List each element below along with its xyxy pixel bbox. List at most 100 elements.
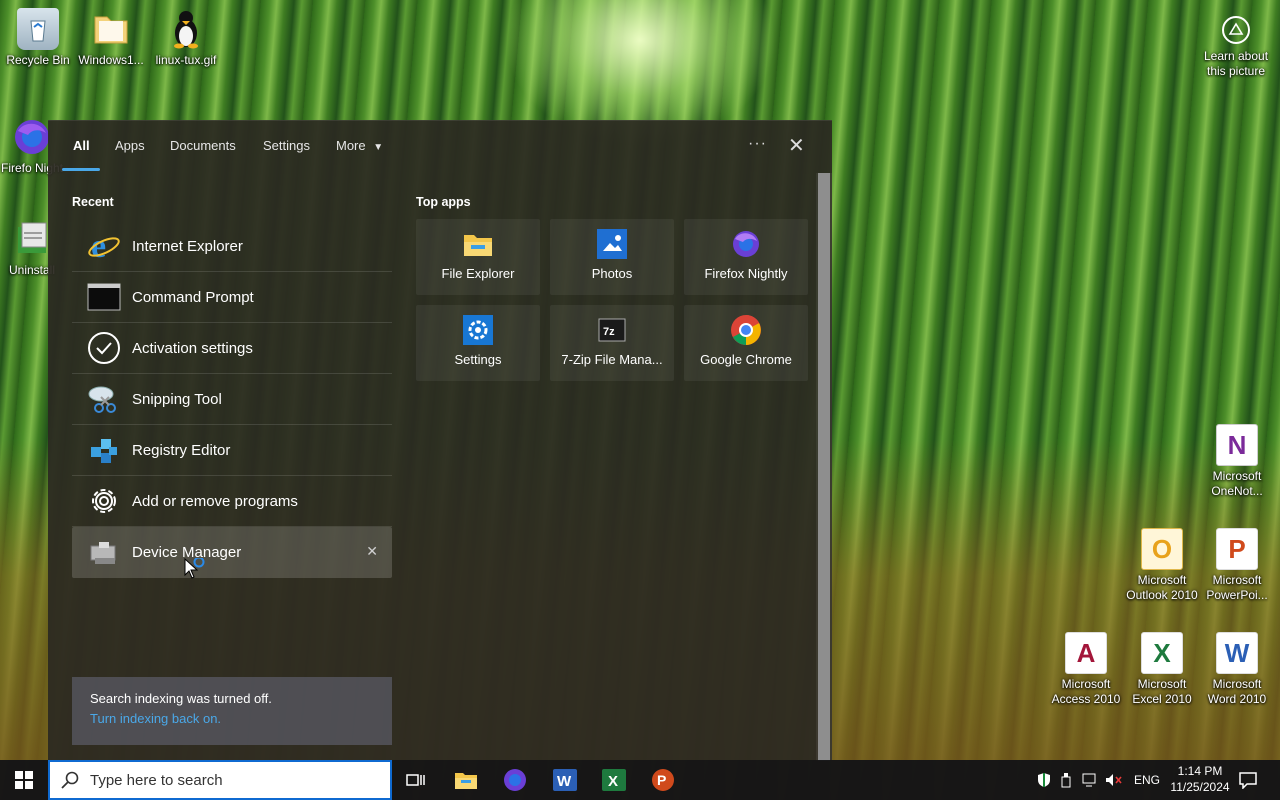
learn-about-picture[interactable]: Learn about this picture — [1198, 14, 1274, 79]
tux-penguin-icon — [165, 8, 207, 50]
desktop-icon-excel[interactable]: X Microsoft Excel 2010 — [1124, 632, 1200, 707]
more-options-icon[interactable]: ··· — [748, 135, 767, 153]
clock-time: 1:14 PM — [1177, 764, 1223, 778]
recent-item-registry-editor[interactable]: Registry Editor — [72, 425, 392, 476]
desktop-icon-access[interactable]: A Microsoft Access 2010 — [1048, 632, 1124, 707]
recent-item-label: Snipping Tool — [132, 390, 222, 408]
recent-item-label: Command Prompt — [132, 288, 254, 306]
desktop-icon-label: Windows1... — [78, 53, 144, 67]
taskbar: W X P ENG 1:14 PM 11/25/2024 — [0, 760, 1280, 800]
taskbar-search-box[interactable] — [48, 760, 392, 800]
taskbar-word[interactable]: W — [549, 764, 581, 796]
recent-item-command-prompt[interactable]: Command Prompt — [72, 272, 392, 323]
gear-icon — [86, 483, 122, 519]
top-app-label: Photos — [591, 266, 633, 281]
task-view-button[interactable] — [400, 764, 432, 796]
taskbar-powerpoint[interactable]: P — [647, 764, 679, 796]
top-app-settings[interactable]: Settings — [416, 305, 540, 381]
file-explorer-icon — [462, 228, 494, 260]
top-apps-section-title: Top apps — [416, 195, 471, 209]
top-app-google-chrome[interactable]: Google Chrome — [684, 305, 808, 381]
internet-explorer-icon: e — [86, 228, 122, 264]
learn-about-picture-label: Learn about this picture — [1203, 49, 1269, 78]
outlook-icon: O — [1141, 528, 1183, 570]
top-app-photos[interactable]: Photos — [550, 219, 674, 295]
firefox-nightly-icon — [11, 116, 53, 158]
language-indicator[interactable]: ENG — [1134, 773, 1160, 787]
panel-scrollbar[interactable] — [816, 173, 832, 761]
camera-circle-icon — [1220, 14, 1252, 46]
desktop-icon-onenote[interactable]: N Microsoft OneNot... — [1199, 424, 1275, 499]
desktop-icon-label: Recycle Bin — [6, 53, 70, 67]
top-app-label: Firefox Nightly — [704, 266, 788, 281]
svg-text:X: X — [608, 773, 618, 790]
desktop-icon-label: Microsoft Access 2010 — [1051, 677, 1121, 706]
desktop-icon-outlook[interactable]: O Microsoft Outlook 2010 — [1124, 528, 1200, 603]
recent-item-label: Activation settings — [132, 339, 253, 357]
taskbar-file-explorer[interactable] — [450, 764, 482, 796]
checkmark-circle-icon — [86, 330, 122, 366]
recent-item-snipping-tool[interactable]: Snipping Tool — [72, 374, 392, 425]
desktop-icon-label: Microsoft Excel 2010 — [1132, 677, 1192, 706]
desktop-icon-label: Microsoft Outlook 2010 — [1126, 573, 1198, 602]
registry-icon — [86, 432, 122, 468]
tab-more[interactable]: More ▼ — [336, 138, 383, 153]
task-view-icon — [406, 774, 425, 786]
recent-item-internet-explorer[interactable]: e Internet Explorer — [72, 221, 392, 272]
command-prompt-icon — [86, 279, 122, 315]
recent-section-title: Recent — [72, 195, 114, 209]
powerpoint-icon: P — [1216, 528, 1258, 570]
recent-item-activation-settings[interactable]: Activation settings — [72, 323, 392, 374]
taskbar-firefox-nightly[interactable] — [499, 764, 531, 796]
tab-all[interactable]: All — [73, 138, 90, 153]
top-app-7zip[interactable]: 7z 7-Zip File Mana... — [550, 305, 674, 381]
word-icon: W — [553, 769, 577, 791]
remove-item-close-icon[interactable]: ✕ — [366, 543, 378, 560]
search-input[interactable] — [90, 771, 380, 789]
recent-list: e Internet Explorer Command Prompt Activ… — [72, 221, 392, 578]
settings-gear-icon — [462, 314, 494, 346]
desktop-icon-tux[interactable]: linux-tux.gif — [148, 8, 224, 68]
top-app-label: Google Chrome — [700, 352, 792, 367]
top-app-file-explorer[interactable]: File Explorer — [416, 219, 540, 295]
desktop-icon-label: Microsoft PowerPoi... — [1206, 573, 1268, 602]
turn-indexing-on-link[interactable]: Turn indexing back on. — [90, 711, 374, 726]
tab-documents[interactable]: Documents — [170, 138, 236, 153]
desktop-icon-word[interactable]: W Microsoft Word 2010 — [1199, 632, 1275, 707]
search-tabs: All Apps Documents Settings More ▼ ··· ✕ — [48, 121, 832, 173]
close-icon[interactable]: ✕ — [788, 133, 805, 158]
desktop-icon-recycle-bin[interactable]: Recycle Bin — [0, 8, 76, 68]
tab-settings[interactable]: Settings — [263, 138, 310, 153]
onenote-icon: N — [1216, 424, 1258, 466]
desktop-icon-label: Microsoft Word 2010 — [1207, 677, 1267, 706]
file-explorer-icon — [455, 773, 477, 789]
top-app-label: 7-Zip File Mana... — [561, 352, 663, 367]
usb-device-icon[interactable] — [1054, 772, 1078, 788]
recent-item-label: Internet Explorer — [132, 237, 243, 255]
clock[interactable]: 1:14 PM 11/25/2024 — [1162, 763, 1238, 795]
tab-more-label: More — [336, 138, 366, 153]
system-tray: ENG — [1034, 760, 1160, 800]
excel-icon: X — [602, 769, 626, 791]
uninstall-icon — [11, 218, 53, 260]
scrollbar-thumb[interactable] — [818, 173, 830, 761]
chrome-icon — [730, 314, 762, 346]
top-app-firefox-nightly[interactable]: Firefox Nightly — [684, 219, 808, 295]
firefox-nightly-icon — [504, 769, 526, 791]
recent-item-device-manager[interactable]: Device Manager ✕ — [72, 527, 392, 578]
defender-shield-icon[interactable] — [1034, 772, 1054, 788]
search-icon — [50, 771, 90, 789]
network-icon[interactable] — [1078, 773, 1102, 787]
start-button[interactable] — [8, 764, 40, 796]
recent-item-add-remove-programs[interactable]: Add or remove programs — [72, 476, 392, 527]
volume-muted-icon[interactable] — [1102, 773, 1126, 787]
action-center-button[interactable] — [1232, 764, 1264, 796]
recent-item-label: Add or remove programs — [132, 492, 298, 510]
tab-apps[interactable]: Apps — [115, 138, 145, 153]
firefox-nightly-icon — [730, 228, 762, 260]
desktop-icon-folder[interactable]: Windows1... — [73, 8, 149, 68]
access-icon: A — [1065, 632, 1107, 674]
taskbar-excel[interactable]: X — [598, 764, 630, 796]
active-tab-indicator — [62, 168, 100, 171]
desktop-icon-powerpoint[interactable]: P Microsoft PowerPoi... — [1199, 528, 1275, 603]
